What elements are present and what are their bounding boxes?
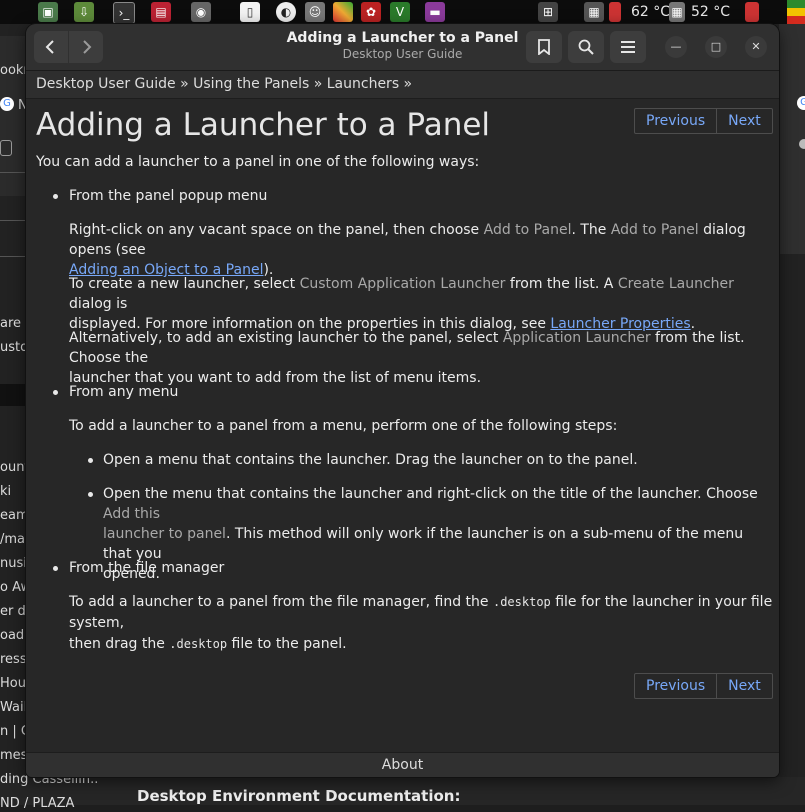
background-item: oad xyxy=(0,628,25,643)
list-bullet xyxy=(88,458,93,463)
paragraph: To create a new launcher, select Custom … xyxy=(69,276,734,332)
previous-link[interactable]: Previous xyxy=(635,109,716,133)
list-bullet xyxy=(53,194,58,199)
cpu-temperature: 62 °C xyxy=(631,4,671,20)
section-heading-any-menu: From any menu xyxy=(69,384,179,400)
hamburger-menu-icon xyxy=(621,41,635,53)
list-bullet xyxy=(88,492,93,497)
bookmark-button[interactable] xyxy=(526,31,562,63)
help-page-content: Previous Next Adding a Launcher to a Pan… xyxy=(26,99,779,752)
chip-icon: ▦ xyxy=(669,2,685,22)
minimize-button[interactable]: — xyxy=(665,36,687,58)
next-link[interactable]: Next xyxy=(716,109,772,133)
vim-icon[interactable]: V xyxy=(390,2,410,22)
image-viewer-icon[interactable]: ▣ xyxy=(38,2,58,22)
list-bullet xyxy=(53,390,58,395)
code-text: .desktop xyxy=(492,595,551,609)
paragraph: To add a launcher to a panel from the fi… xyxy=(69,594,773,652)
google-icon: G xyxy=(0,97,14,111)
search-button[interactable] xyxy=(568,31,604,63)
code-text: .desktop xyxy=(169,637,228,651)
background-heading: Desktop Environment Documentation: xyxy=(137,787,461,805)
help-window: Adding a Launcher to a Panel Desktop Use… xyxy=(26,24,779,777)
background-item: Wail xyxy=(0,700,28,715)
bookmark-outline-icon xyxy=(0,140,12,156)
media-player-icon[interactable]: ▬ xyxy=(425,2,445,22)
list-bullet xyxy=(53,566,58,571)
download-icon[interactable]: ⇩ xyxy=(74,2,94,22)
about-footer[interactable]: About xyxy=(26,752,779,777)
background-item: usto xyxy=(0,340,29,355)
terminal-icon[interactable]: ›_ xyxy=(113,2,135,24)
bookmark-icon xyxy=(538,39,550,55)
keyboard-layout-flag-icon[interactable] xyxy=(787,0,805,24)
close-icon: ✕ xyxy=(751,40,761,53)
grid-icon[interactable]: ⊞ xyxy=(538,2,558,22)
calculator-icon[interactable]: ▦ xyxy=(584,2,604,22)
battery-icon xyxy=(745,2,759,22)
chat-icon[interactable]: ☺ xyxy=(305,2,325,22)
maximize-button[interactable]: □ xyxy=(705,36,727,58)
section-heading-panel-popup: From the panel popup menu xyxy=(69,188,268,204)
gui-label: Add to Panel xyxy=(483,222,572,238)
main-menu-button[interactable] xyxy=(610,31,646,63)
background-item: eam xyxy=(0,508,29,523)
background-item: nusi xyxy=(0,556,27,571)
cpu-icon xyxy=(609,2,621,22)
camera-icon[interactable]: ◉ xyxy=(191,2,211,22)
circle-icon xyxy=(799,139,805,149)
gui-label: Custom Application Launcher xyxy=(299,276,506,292)
gui-label: launcher to panel xyxy=(103,526,226,542)
close-button[interactable]: ✕ xyxy=(745,36,767,58)
page-title: Adding a Launcher to a Panel xyxy=(36,107,491,143)
breadcrumb-separator: » xyxy=(309,76,327,92)
bottom-page-navigation: Previous Next xyxy=(634,673,773,699)
system-top-panel: ▣ ⇩ ›_ ▤ ◉ ▯ ◐ ☺ ✿ V ▬ ⊞ ▦ 62 °C ▦ 52 °C xyxy=(0,0,805,24)
settings-icon[interactable]: ✿ xyxy=(361,2,381,22)
disc-icon[interactable]: ◐ xyxy=(276,2,296,22)
background-right-panel: G xyxy=(779,24,805,254)
breadcrumb: Desktop User Guide » Using the Panels » … xyxy=(26,71,779,99)
background-item: are xyxy=(0,316,22,331)
gui-label: Application Launcher xyxy=(502,330,651,346)
breadcrumb-desktop-user-guide[interactable]: Desktop User Guide xyxy=(36,76,176,92)
next-link[interactable]: Next xyxy=(716,674,772,698)
breadcrumb-separator: » xyxy=(399,76,413,92)
background-item: ress xyxy=(0,652,27,667)
search-icon xyxy=(578,39,594,55)
section-heading-file-manager: From the file manager xyxy=(69,560,225,576)
gpu-temperature: 52 °C xyxy=(691,4,731,20)
gui-label: Add this xyxy=(103,506,161,522)
color-picker-icon[interactable] xyxy=(333,2,353,22)
header-bar: Adding a Launcher to a Panel Desktop Use… xyxy=(26,24,779,71)
archive-icon[interactable]: ▤ xyxy=(151,2,171,22)
gui-label: Add to Panel xyxy=(610,222,699,238)
top-page-navigation: Previous Next xyxy=(634,108,773,134)
breadcrumb-launchers[interactable]: Launchers xyxy=(327,76,399,92)
gui-label: Create Launcher xyxy=(617,276,734,292)
step-item: Open a menu that contains the launcher. … xyxy=(103,452,638,468)
breadcrumb-separator: » xyxy=(175,76,194,92)
paragraph: To add a launcher to a panel from a menu… xyxy=(69,418,618,434)
background-item: er d xyxy=(0,604,26,619)
intro-text: You can add a launcher to a panel in one… xyxy=(36,154,480,170)
paragraph: Alternatively, to add an existing launch… xyxy=(69,330,745,386)
background-item: ki xyxy=(0,484,12,499)
paragraph: Right-click on any vacant space on the p… xyxy=(69,222,746,278)
breadcrumb-using-the-panels[interactable]: Using the Panels xyxy=(193,76,309,92)
maximize-icon: □ xyxy=(710,40,722,53)
previous-link[interactable]: Previous xyxy=(635,674,716,698)
background-item: mes xyxy=(0,748,28,763)
minimize-icon: — xyxy=(670,40,682,53)
background-item: /mal xyxy=(0,532,29,547)
google-icon: G xyxy=(797,96,805,110)
background-item: ND / PLAZA xyxy=(0,796,75,811)
document-icon[interactable]: ▯ xyxy=(240,2,260,22)
